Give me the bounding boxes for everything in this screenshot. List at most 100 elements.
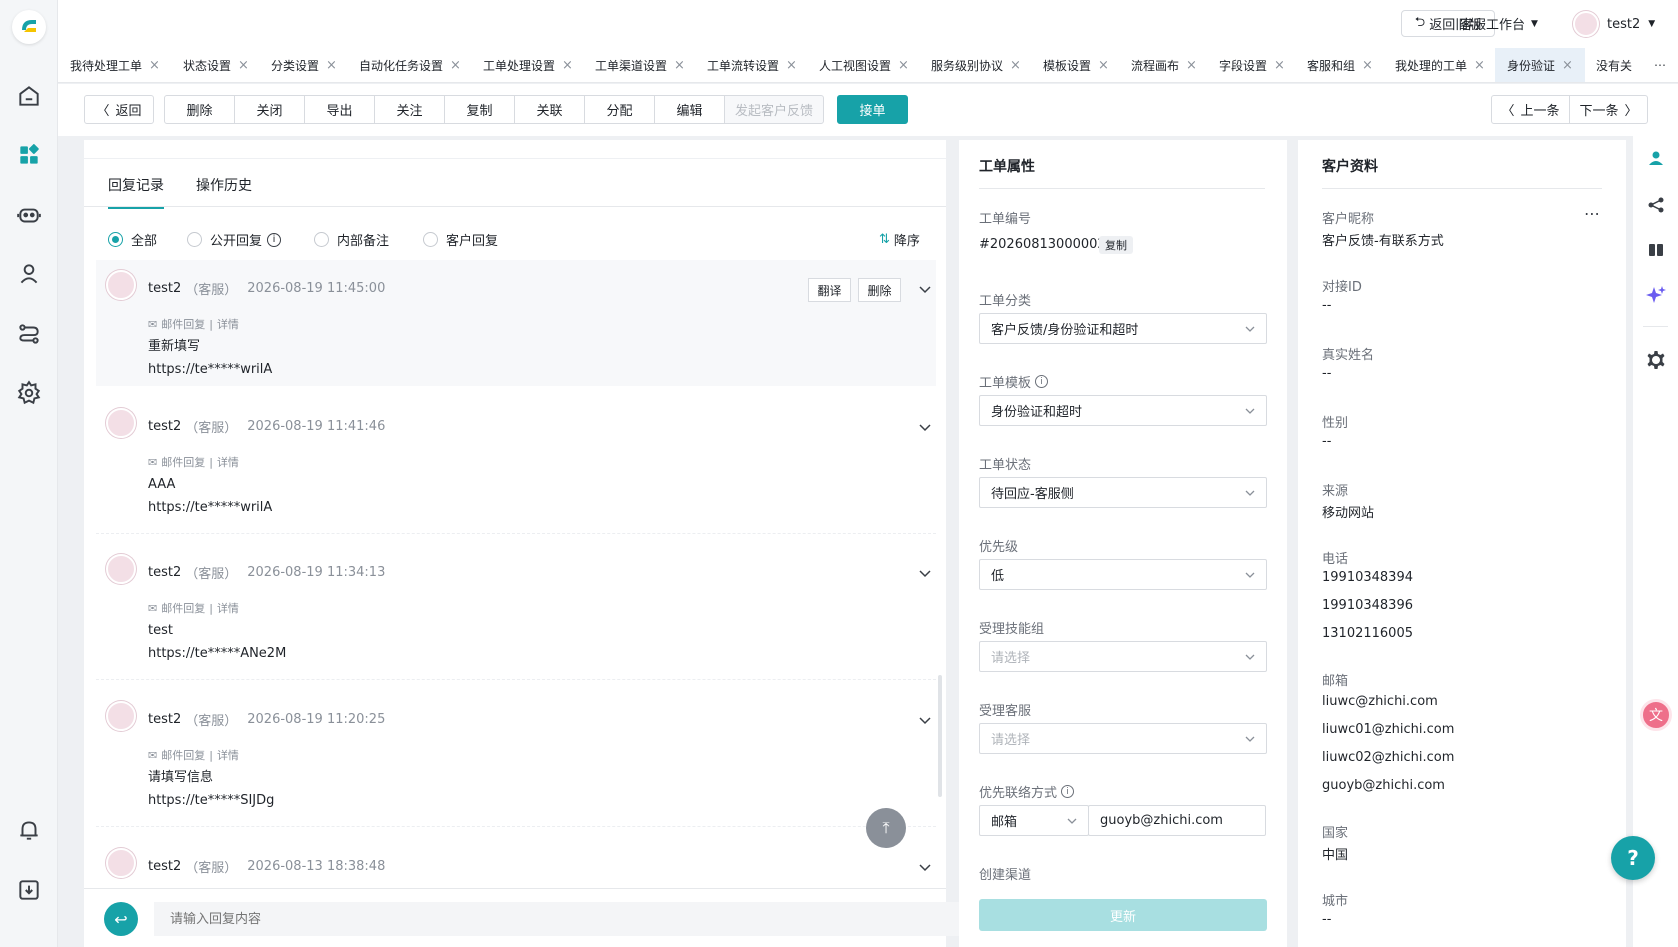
avatar <box>106 408 136 438</box>
close-icon[interactable]: × <box>1562 58 1573 73</box>
contact-value-input[interactable]: guoyb@zhichi.com <box>1088 805 1266 836</box>
back-button[interactable]: 〈返回 <box>84 95 154 124</box>
copy-button[interactable]: 复制 <box>444 95 515 124</box>
book-icon[interactable] <box>1646 240 1666 260</box>
tab-item[interactable]: 状态设置 × <box>183 48 249 82</box>
filter-public[interactable]: 公开回复 i <box>187 230 282 249</box>
contact-type-select[interactable]: 邮箱 <box>979 805 1089 836</box>
delete-reply-button[interactable]: 删除 <box>858 278 901 302</box>
close-icon[interactable]: × <box>1186 58 1197 73</box>
bell-icon[interactable] <box>16 817 42 843</box>
close-icon[interactable]: × <box>1474 58 1485 73</box>
chevron-down-icon[interactable] <box>918 713 932 727</box>
agent-select[interactable]: 请选择 <box>979 723 1267 754</box>
tab-reply-records[interactable]: 回复记录 <box>108 175 164 209</box>
tab-item-active[interactable]: 身份验证 × <box>1495 48 1585 82</box>
tab-operation-history[interactable]: 操作历史 <box>196 175 252 195</box>
close-icon[interactable]: × <box>1274 58 1285 73</box>
tab-item[interactable]: 工单渠道设置 × <box>595 48 685 82</box>
close-icon[interactable]: × <box>149 58 160 73</box>
settings-icon[interactable] <box>1646 350 1666 370</box>
customer-icon[interactable] <box>16 261 42 287</box>
workbench-icon[interactable] <box>16 142 42 168</box>
update-button[interactable]: 更新 <box>979 899 1267 931</box>
tab-item[interactable]: 我处理的工单 × <box>1395 48 1485 82</box>
tab-item[interactable]: 分类设置 × <box>271 48 337 82</box>
user-menu[interactable]: test2 ▼ <box>1573 11 1655 37</box>
ai-sparkle-icon[interactable] <box>1646 285 1666 305</box>
robot-icon[interactable] <box>16 202 42 228</box>
skill-group-select[interactable]: 请选择 <box>979 641 1267 672</box>
detail-link[interactable]: 详情 <box>217 454 239 470</box>
scrollbar-thumb[interactable] <box>938 675 942 797</box>
workspace-dropdown[interactable]: 客服工作台 ▼ <box>1460 14 1538 33</box>
more-options-icon[interactable]: ⋯ <box>1584 204 1600 223</box>
settings-icon[interactable] <box>16 380 42 406</box>
chevron-down-icon[interactable] <box>918 420 932 434</box>
close-icon[interactable]: × <box>898 58 909 73</box>
reply-icon[interactable]: ↩ <box>104 902 138 936</box>
status-select[interactable]: 待回应-客服侧 <box>979 477 1267 508</box>
tab-item[interactable]: 工单处理设置 × <box>483 48 573 82</box>
tab-item[interactable]: 流程画布 × <box>1131 48 1197 82</box>
export-button[interactable]: 导出 <box>304 95 375 124</box>
customer-feedback-button[interactable]: 发起客户反馈 <box>724 95 824 124</box>
close-icon[interactable]: × <box>786 58 797 73</box>
category-select[interactable]: 客户反馈/身份验证和超时 <box>979 313 1267 344</box>
relation-icon[interactable] <box>1646 195 1666 215</box>
copy-ticket-number-button[interactable]: 复制 <box>1099 236 1133 254</box>
edit-button[interactable]: 编辑 <box>654 95 725 124</box>
close-icon[interactable]: × <box>562 58 573 73</box>
chevron-down-icon[interactable] <box>918 566 932 580</box>
reply-input[interactable] <box>154 902 1010 936</box>
translate-button[interactable]: 翻译 <box>808 278 851 302</box>
close-icon[interactable]: × <box>450 58 461 73</box>
delete-button[interactable]: 删除 <box>164 95 235 124</box>
customer-profile-icon[interactable] <box>1646 148 1666 168</box>
detail-link[interactable]: 详情 <box>217 747 239 763</box>
tab-item[interactable]: 自动化任务设置 × <box>359 48 461 82</box>
template-select[interactable]: 身份验证和超时 <box>979 395 1267 426</box>
download-icon[interactable] <box>16 877 42 903</box>
close-icon[interactable]: × <box>1010 58 1021 73</box>
tab-item[interactable]: 没有关 <box>1596 48 1648 82</box>
filter-internal[interactable]: 内部备注 <box>314 230 389 249</box>
accept-ticket-button[interactable]: 接单 <box>837 95 908 124</box>
chevron-down-icon[interactable] <box>918 860 932 874</box>
tab-item[interactable]: 服务级别协议 × <box>931 48 1021 82</box>
tab-item[interactable]: 工单流转设置 × <box>707 48 797 82</box>
chevron-down-icon[interactable] <box>918 282 932 296</box>
sort-button[interactable]: ⇅ 降序 <box>879 230 920 249</box>
assign-button[interactable]: 分配 <box>584 95 655 124</box>
detail-link[interactable]: 详情 <box>217 316 239 332</box>
filter-all[interactable]: 全部 <box>108 230 157 249</box>
filter-customer[interactable]: 客户回复 <box>423 230 498 249</box>
page-tabs: 我待处理工单 × 状态设置 × 分类设置 × 自动化任务设置 × 工单处理设置 × 工单渠… <box>58 48 1678 83</box>
close-icon[interactable]: × <box>674 58 685 73</box>
next-ticket-button[interactable]: 下一条〉 <box>1569 95 1648 124</box>
chevron-down-icon <box>1244 487 1256 499</box>
translate-icon[interactable]: 文 <box>1640 699 1672 731</box>
link-button[interactable]: 关联 <box>514 95 585 124</box>
close-icon[interactable]: × <box>1362 58 1373 73</box>
tab-item[interactable]: 字段设置 × <box>1219 48 1285 82</box>
back-to-top-icon[interactable]: ⤒ <box>866 808 906 848</box>
home-icon[interactable] <box>16 83 42 109</box>
follow-button[interactable]: 关注 <box>374 95 445 124</box>
prev-ticket-button[interactable]: 〈上一条 <box>1491 95 1570 124</box>
more-tabs-icon[interactable]: ⋯ <box>1654 48 1666 82</box>
close-icon[interactable]: × <box>238 58 249 73</box>
tab-item[interactable]: 人工视图设置 × <box>819 48 909 82</box>
tab-item[interactable]: 模板设置 × <box>1043 48 1109 82</box>
tab-item[interactable]: 我待处理工单 × <box>70 48 160 82</box>
close-icon[interactable]: × <box>326 58 337 73</box>
detail-link[interactable]: 详情 <box>217 600 239 616</box>
flow-icon[interactable] <box>16 321 42 347</box>
help-icon[interactable]: ? <box>1611 836 1655 880</box>
close-button[interactable]: 关闭 <box>234 95 305 124</box>
reply-item: test2 （客服） 2026-08-13 18:38:48 <box>96 838 936 888</box>
tab-item[interactable]: 客服和组 × <box>1307 48 1373 82</box>
app-logo[interactable] <box>12 10 46 44</box>
close-icon[interactable]: × <box>1098 58 1109 73</box>
priority-select[interactable]: 低 <box>979 559 1267 590</box>
